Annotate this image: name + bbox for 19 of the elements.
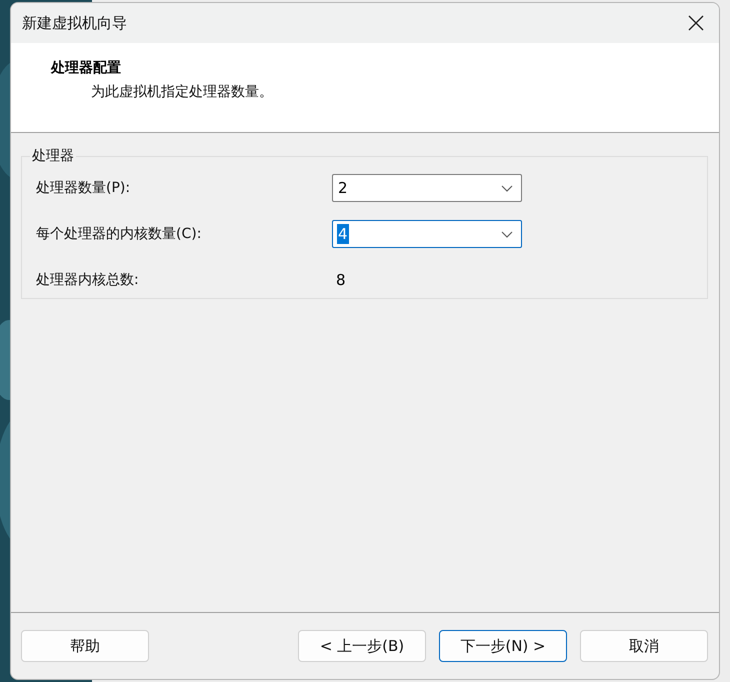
field-label: 处理器数量(P): [36,179,132,197]
page-description: 为此虚拟机指定处理器数量。 [91,83,274,101]
chevron-down-icon [501,184,513,192]
wizard-button[interactable]: 取消 [580,630,708,662]
wizard-button[interactable]: 帮助 [21,630,149,662]
dropdown-value: 2 [337,178,349,198]
dropdown-field[interactable]: 2 [332,174,522,202]
total-value: 8 [335,271,346,289]
chevron-down-icon [501,230,513,238]
wizard-button[interactable]: 下一步(N) > [439,630,567,662]
group-label: 处理器 [31,147,75,165]
dropdown-field[interactable]: 4 [332,220,522,248]
wizard-button[interactable]: < 上一步(B) [298,630,426,662]
window-title: 新建虚拟机向导 [22,14,127,32]
page-heading: 处理器配置 [51,59,122,77]
field-label: 每个处理器的内核数量(C): [36,225,202,243]
dropdown-value: 4 [337,224,349,244]
close-icon [688,15,704,31]
field-label: 处理器内核总数: [36,271,140,289]
